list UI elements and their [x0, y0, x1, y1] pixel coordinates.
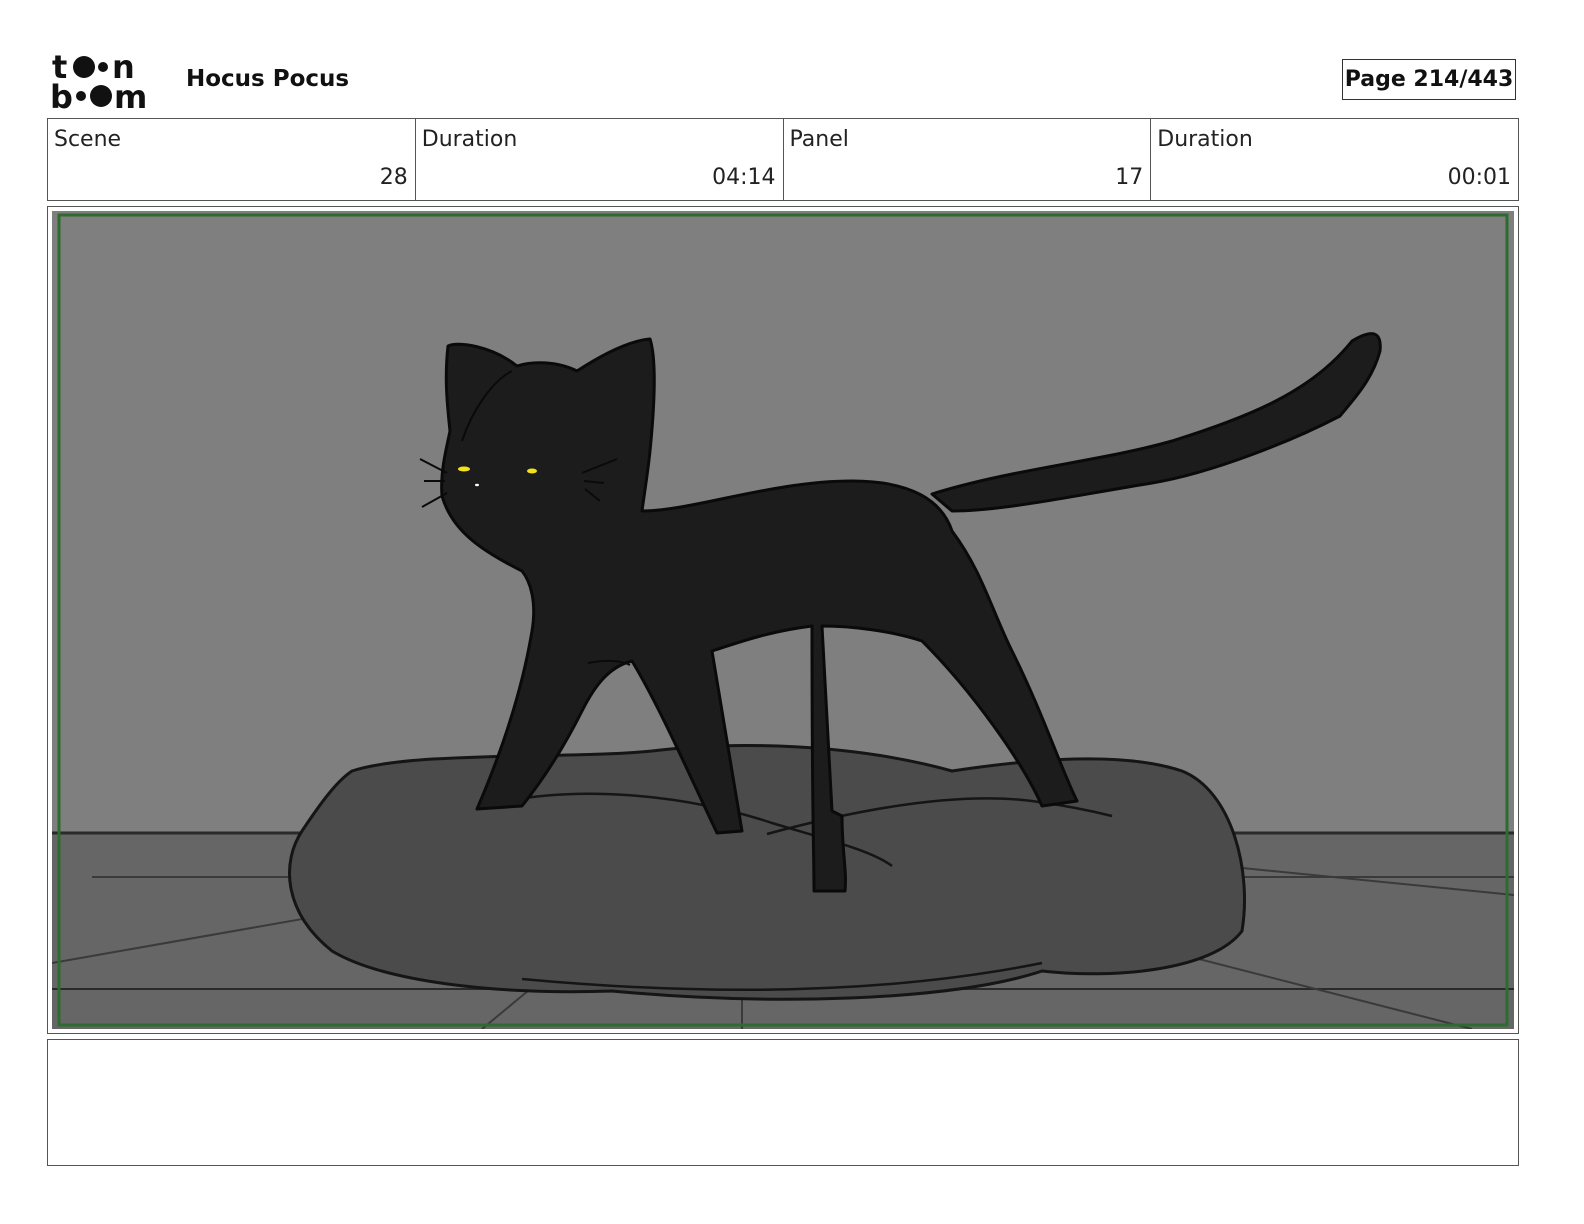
panel-duration-value: 00:01: [1447, 165, 1511, 190]
panel-label: Panel: [789, 127, 849, 152]
panel-value: 17: [1115, 165, 1144, 190]
panel-duration-cell: Duration 00:01: [1151, 119, 1518, 200]
cat-eye-left: [458, 466, 470, 472]
panel-cell: Panel 17: [784, 119, 1152, 200]
scene-cell: Scene 28: [48, 119, 416, 200]
svg-text:m: m: [114, 78, 147, 112]
panel-notes-box: [47, 1039, 1519, 1166]
project-title: Hocus Pocus: [186, 66, 350, 92]
cat-nose-highlight: [475, 483, 479, 487]
svg-text:b: b: [50, 78, 73, 112]
scene-duration-value: 04:14: [712, 165, 776, 190]
panel-drawing: [52, 211, 1514, 1029]
panel-duration-label: Duration: [1157, 127, 1253, 152]
scene-duration-label: Duration: [421, 127, 518, 152]
scene-label: Scene: [54, 127, 122, 152]
scene-info-table: Scene 28 Duration 04:14 Panel 17 Duratio…: [47, 118, 1519, 201]
page-indicator: Page 214/443: [1342, 59, 1516, 100]
storyboard-panel: [47, 206, 1519, 1034]
scene-value: 28: [379, 165, 408, 190]
scene-duration-cell: Duration 04:14: [416, 119, 784, 200]
cat-eye-right: [527, 468, 537, 474]
cushion: [288, 744, 1246, 1001]
toon-boom-logo: t n b m: [50, 50, 147, 112]
